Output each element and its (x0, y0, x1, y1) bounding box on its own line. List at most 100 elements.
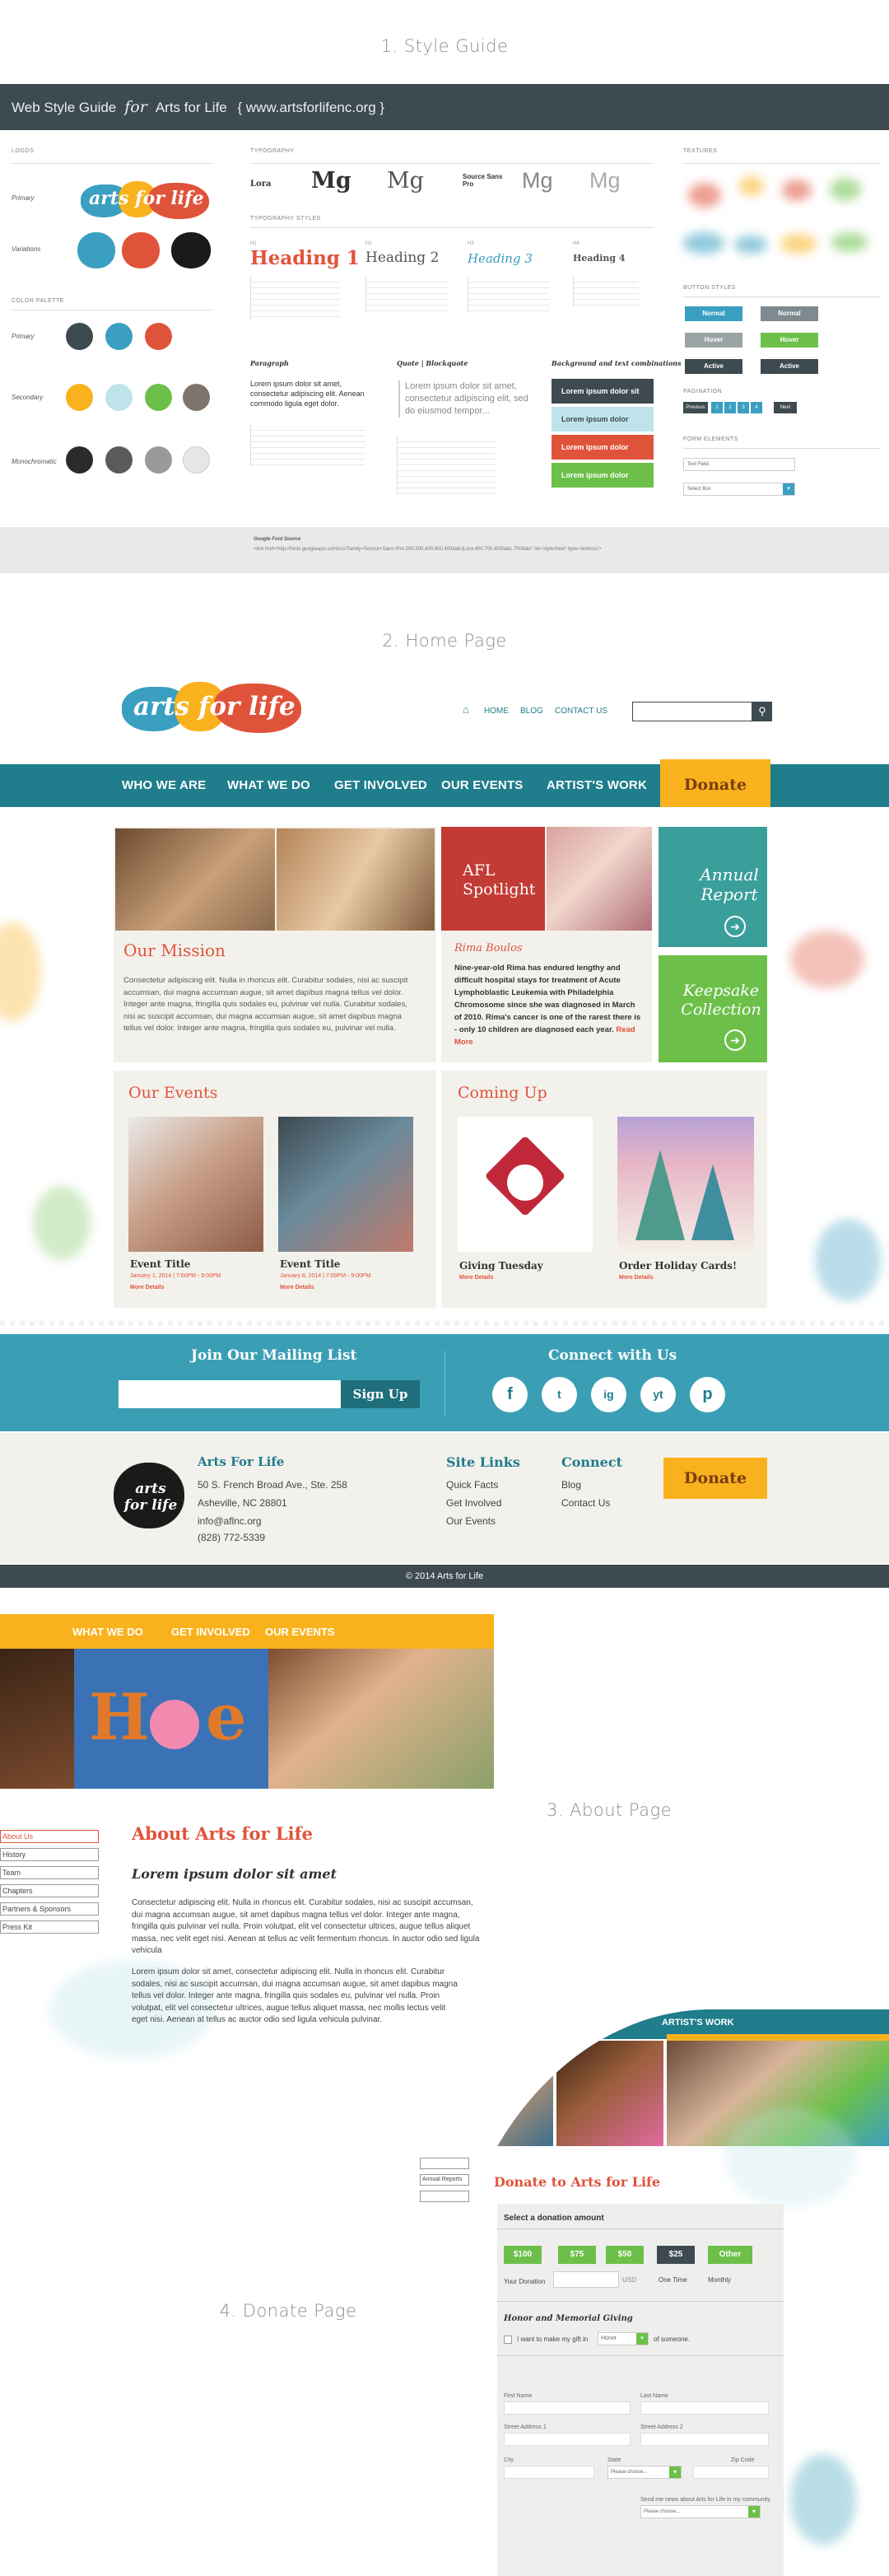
footer-link-quick-facts[interactable]: Quick Facts (446, 1479, 498, 1491)
footer-link-our-events[interactable]: Our Events (446, 1515, 496, 1527)
page: 1. Style Guide Web Style Guide for Arts fo… (0, 0, 889, 2576)
event1-title[interactable]: Event Title (130, 1258, 190, 1270)
font1-name: Lora (250, 180, 272, 189)
search-icon[interactable]: ⚲ (752, 702, 772, 721)
donate-nav-artists-work[interactable]: ARTIST'S WORK (662, 2018, 734, 2028)
event1-photo[interactable] (128, 1117, 263, 1252)
about-side-history[interactable]: History (0, 1848, 99, 1861)
holiday-cards-image[interactable] (617, 1117, 754, 1252)
search-input[interactable] (632, 702, 752, 721)
footer-link-contact[interactable]: Contact Us (561, 1497, 610, 1509)
state-select[interactable]: Please choose... ▾ (607, 2466, 682, 2479)
top-link-home[interactable]: HOME (484, 707, 509, 716)
pagination-page[interactable]: 1 (711, 402, 723, 413)
nav-who-we-are[interactable]: WHO WE ARE (122, 764, 206, 807)
style-guide-title-bar: Web Style Guide for Arts for Life { www.ar… (0, 84, 889, 130)
facebook-icon[interactable]: f (492, 1377, 528, 1412)
event2-title[interactable]: Event Title (280, 1258, 340, 1270)
gift-suffix-label: of someone. (654, 2336, 691, 2343)
event2-more[interactable]: More Details (280, 1285, 314, 1290)
footer-email[interactable]: info@aflnc.org (198, 1515, 262, 1527)
monthly-option[interactable]: Monthly (708, 2276, 731, 2284)
top-link-contact[interactable]: CONTACT US (555, 707, 607, 716)
nav-our-events[interactable]: OUR EVENTS (441, 764, 524, 807)
event1-more[interactable]: More Details (130, 1285, 165, 1290)
coming1-title[interactable]: Giving Tuesday (459, 1260, 543, 1272)
about-nav-what-we-do[interactable]: WHAT WE DO (72, 1626, 143, 1638)
twitter-icon[interactable]: t (542, 1377, 577, 1412)
footer-donate-button[interactable]: Donate (663, 1458, 767, 1499)
swatch-secondary-1 (66, 384, 93, 411)
btn-active-primary[interactable]: Active (685, 359, 742, 374)
nav-what-we-do[interactable]: WHAT WE DO (227, 764, 310, 807)
donate-side-annual-reports[interactable]: Annual Reports (420, 2174, 469, 2186)
about-nav-our-events[interactable]: OUR EVENTS (265, 1626, 335, 1638)
home-icon[interactable]: ⌂ (463, 704, 474, 715)
signup-button[interactable]: Sign Up (341, 1380, 420, 1408)
amount-50-button[interactable]: $50 (606, 2246, 644, 2264)
mission-title: Our Mission (123, 940, 226, 960)
pagination-page[interactable]: 2 (724, 402, 736, 413)
coming1-more[interactable]: More Details (459, 1275, 494, 1281)
mission-text: Consectetur adipiscing elit. Nulla in rh… (123, 976, 408, 1033)
sample-select-box[interactable]: Select Box ▾ (683, 483, 795, 496)
arrow-right-icon[interactable]: ➔ (724, 916, 746, 937)
btn-hover-secondary[interactable]: Hover (761, 333, 818, 348)
form-elements-heading: FORM ELEMENTS (683, 436, 738, 442)
pagination-prev[interactable]: Previous (683, 402, 708, 413)
street1-input[interactable] (504, 2433, 631, 2446)
pagination-page[interactable]: 4 (751, 402, 762, 413)
nav-artists-work[interactable]: ARTIST'S WORK (547, 764, 647, 807)
combo-green: Lorem ipsum dolor (552, 463, 654, 488)
coming2-title[interactable]: Order Holiday Cards! (619, 1260, 737, 1272)
swatch-mono-1 (66, 446, 93, 474)
quote-sample: Lorem ipsum dolor sit amet, consectetur … (398, 380, 530, 418)
city-input[interactable] (504, 2466, 594, 2479)
about-side-chapters[interactable]: Chapters (0, 1884, 99, 1897)
btn-normal-primary[interactable]: Normal (685, 306, 742, 321)
donate-tab-button[interactable]: Donate (660, 759, 770, 807)
about-side-team[interactable]: Team (0, 1866, 99, 1879)
about-side-partners[interactable]: Partners & Sponsors (0, 1902, 99, 1916)
mailing-email-input[interactable] (119, 1380, 341, 1408)
instagram-icon[interactable]: ig (591, 1377, 626, 1412)
arrow-right-icon[interactable]: ➔ (724, 1029, 746, 1051)
giving-tuesday-image[interactable] (458, 1117, 593, 1252)
top-link-blog[interactable]: BLOG (520, 707, 543, 716)
youtube-icon[interactable]: yt (640, 1377, 676, 1412)
street2-input[interactable] (640, 2433, 769, 2446)
amount-25-button[interactable]: $25 (657, 2246, 695, 2264)
about-side-about-us[interactable]: About Us (0, 1830, 99, 1843)
footer-address1: 50 S. French Broad Ave., Ste. 258 (198, 1479, 347, 1491)
zip-label: Zip Code (731, 2457, 755, 2463)
btn-active-secondary[interactable]: Active (761, 359, 818, 374)
pagination-next[interactable]: Next (774, 402, 797, 413)
donation-amount-input[interactable] (553, 2271, 619, 2288)
amount-other-button[interactable]: Other (708, 2246, 752, 2264)
last-name-input[interactable] (640, 2401, 769, 2415)
about-nav-get-involved[interactable]: GET INVOLVED (171, 1626, 250, 1638)
spotlight-title: AFL Spotlight (463, 861, 536, 898)
amount-100-button[interactable]: $100 (504, 2246, 542, 2264)
btn-hover-primary[interactable]: Hover (685, 333, 742, 348)
first-name-input[interactable] (504, 2401, 631, 2415)
footer-link-get-involved[interactable]: Get Involved (446, 1497, 501, 1509)
zip-input[interactable] (693, 2466, 769, 2479)
gift-honor-select[interactable]: Honor ▾ (598, 2332, 649, 2345)
coming2-more[interactable]: More Details (619, 1275, 654, 1281)
one-time-option[interactable]: One Time (659, 2276, 687, 2284)
newsletter-select[interactable]: Please choose... ▾ (640, 2505, 761, 2518)
footer-link-blog[interactable]: Blog (561, 1479, 581, 1491)
swatch-secondary-2 (105, 384, 133, 411)
pagination-page[interactable]: 3 (738, 402, 749, 413)
event2-photo[interactable] (278, 1117, 413, 1252)
about-side-press-kit[interactable]: Press Kit (0, 1920, 99, 1934)
honor-checkbox[interactable] (504, 2336, 512, 2344)
pinterest-icon[interactable]: p (690, 1377, 725, 1412)
amount-75-button[interactable]: $75 (558, 2246, 596, 2264)
nav-get-involved[interactable]: GET INVOLVED (334, 764, 427, 807)
footer-connect-heading: Connect (561, 1454, 622, 1470)
sample-text-field[interactable]: Text Field (683, 458, 795, 471)
typography-heading: TYPOGRAPHY (250, 148, 295, 154)
btn-normal-secondary[interactable]: Normal (761, 306, 818, 321)
